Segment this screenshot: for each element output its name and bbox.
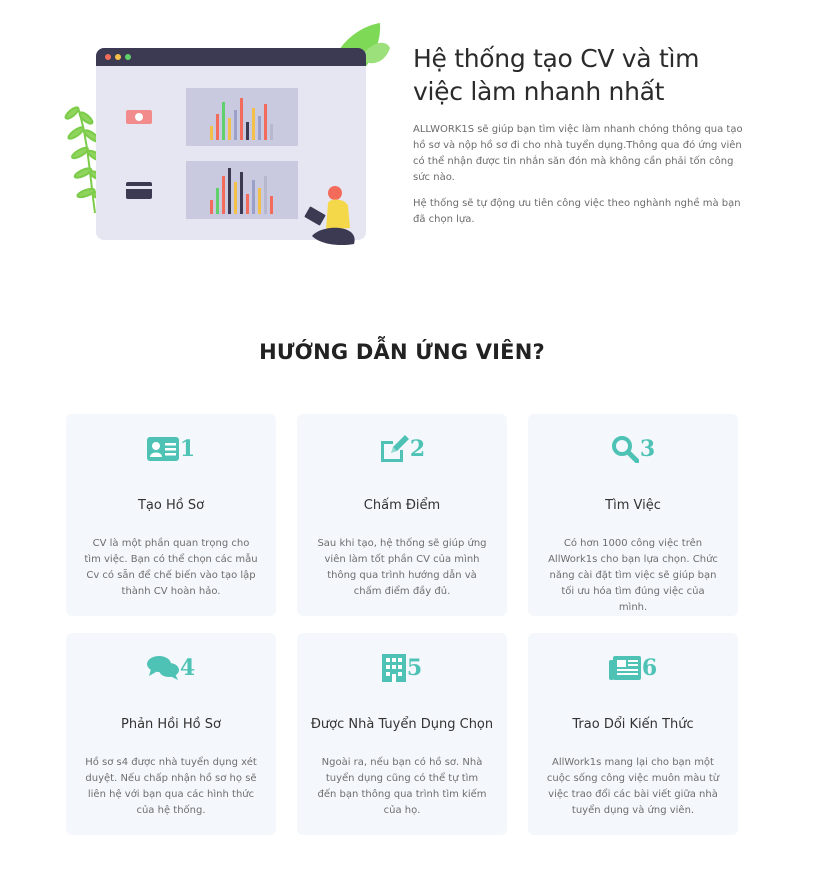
card-description: Sau khi tạo, hệ thống sẽ giúp ứng viên l… [317,538,487,597]
edit-icon [380,435,409,462]
card-icon-group: 4 [66,651,276,685]
newspaper-icon [608,656,641,680]
guide-card-find-job: 3 Tìm Việc Có hơn 1000 công việc trên Al… [528,414,738,616]
card-number: 3 [639,436,656,462]
card-icon-group: 1 [66,432,276,466]
hero-text: Hệ thống tạo CV và tìm việc làm nhanh nh… [413,42,743,238]
guide-card-scoring: 2 Chấm Điểm Sau khi tạo, hệ thống sẽ giú… [297,414,507,616]
guide-card-feedback: 4 Phản Hồi Hồ Sơ Hồ sơ s4 được nhà tuyển… [66,633,276,835]
comments-icon [146,656,179,680]
card-description: CV là một phần quan trọng cho tìm việc. … [84,538,258,597]
card-icon-group: 3 [528,432,738,466]
card-number: 6 [641,655,658,681]
search-icon [611,436,639,463]
card-title: Tạo Hồ Sơ [137,498,205,513]
card-number: 4 [179,655,196,681]
card-title: Tìm Việc [605,498,661,513]
building-icon [381,654,406,682]
card-number: 2 [409,436,426,462]
card-number: 5 [406,655,423,681]
card-title: Phản Hồi Hồ Sơ [121,717,221,732]
card-icon-group: 6 [528,651,738,685]
guide-card-knowledge: 6 Trao Dổi Kiến Thức AllWork1s mang lại … [528,633,738,835]
id-card-icon [146,437,179,461]
hero-paragraph-1: ALLWORK1S sẽ giúp bạn tìm việc làm nhanh… [413,124,743,183]
guide-section-title: HƯỚNG DẪN ỨNG VIÊN? [259,340,545,364]
card-title: Được Nhà Tuyển Dụng Chọn [310,717,494,732]
hero-paragraph-2: Hệ thống sẽ tự động ưu tiên công việc th… [413,198,741,225]
card-icon-group: 2 [297,432,507,466]
guide-card-employer-pick: 5 Được Nhà Tuyển Dụng Chọn Ngoài ra, nếu… [297,633,507,835]
card-icon-group: 5 [297,651,507,685]
card-number: 1 [179,436,196,462]
card-title: Trao Dổi Kiến Thức [572,717,694,732]
card-description: Có hơn 1000 công việc trên AllWork1s cho… [548,538,718,613]
hero-illustration [60,18,400,253]
card-description: Ngoài ra, nếu bạn có hồ sơ. Nhà tuyển dụ… [317,757,487,816]
card-description: Hồ sơ s4 được nhà tuyển dụng xét duyệt. … [85,757,257,816]
card-description: AllWork1s mang lại cho bạn một cuộc sống… [546,757,720,816]
guide-card-create-profile: 1 Tạo Hồ Sơ CV là một phần quan trọng ch… [66,414,276,616]
hero-title: Hệ thống tạo CV và tìm việc làm nhanh nh… [413,44,700,106]
card-title: Chấm Điểm [363,498,441,513]
